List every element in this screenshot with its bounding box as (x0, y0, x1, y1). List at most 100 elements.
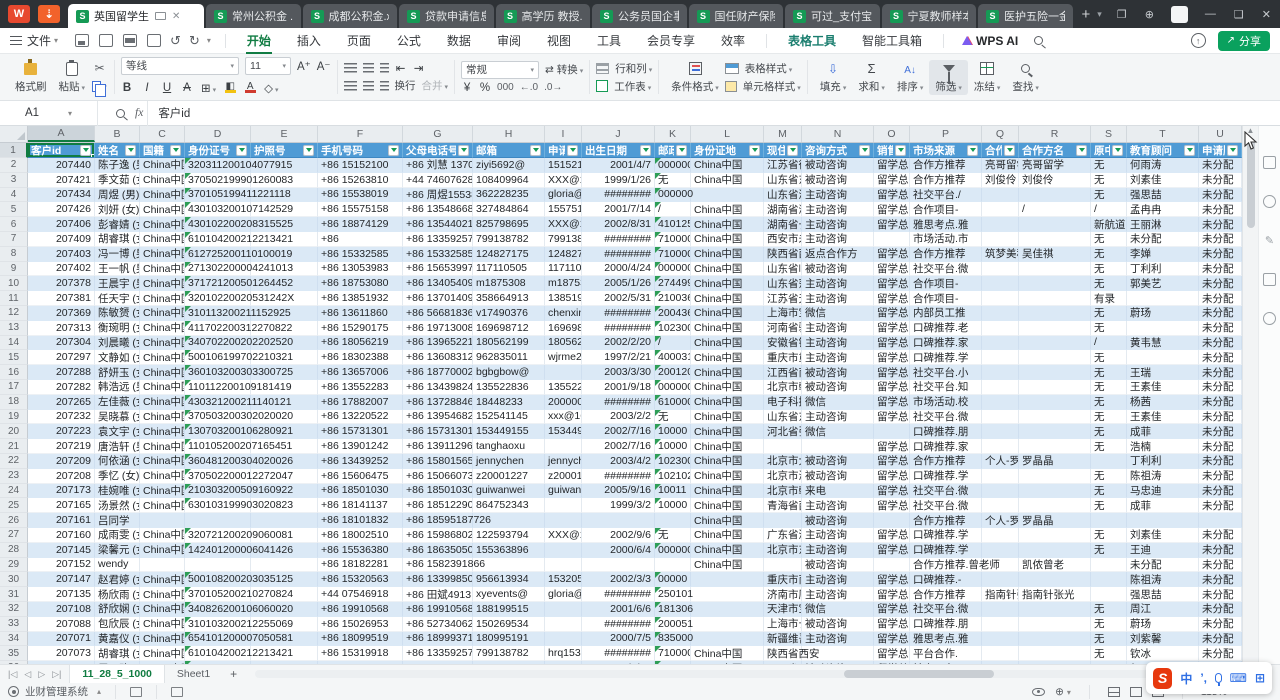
cell[interactable]: 370503200302020020 (185, 410, 251, 425)
cell[interactable]: 864752343 (473, 498, 545, 513)
column-header-R[interactable]: R (1019, 126, 1091, 142)
cell[interactable]: 未分配 (1199, 350, 1242, 365)
cell[interactable]: China中国 (691, 646, 764, 661)
cell[interactable]: 1997/2/21 (582, 350, 655, 365)
cell[interactable]: 被动咨询 (802, 262, 874, 277)
filter-dropdown-icon[interactable] (1076, 145, 1087, 156)
cell[interactable]: 被动咨询 (802, 365, 874, 380)
column-header-I[interactable]: I (545, 126, 582, 142)
cell[interactable]: +86 18595187726 (403, 513, 473, 528)
print-icon[interactable] (123, 34, 137, 47)
cell[interactable]: China中国 (140, 188, 185, 203)
cell[interactable]: +86 15290175 (318, 321, 403, 336)
cell[interactable]: +86 17882007 (318, 395, 403, 410)
cell[interactable]: 未分配 (1199, 202, 1242, 217)
cell[interactable] (1091, 572, 1127, 587)
cell[interactable] (982, 498, 1019, 513)
cell[interactable]: 胡睿琪 (女 (95, 232, 140, 247)
cell[interactable]: China中国 (140, 632, 185, 647)
cell[interactable]: 留学总经办 (874, 602, 910, 617)
filter-dropdown-icon[interactable] (1004, 145, 1015, 156)
wps-logo-icon[interactable]: W (8, 5, 30, 23)
cell[interactable] (545, 365, 582, 380)
cell[interactable] (185, 558, 251, 573)
cell[interactable]: China中国 (691, 410, 764, 425)
cell[interactable]: +86 1335925706 (403, 646, 473, 661)
cell[interactable]: 000000 (655, 543, 691, 558)
cell[interactable] (1019, 484, 1091, 499)
smart-lookup-icon[interactable] (116, 109, 125, 118)
row-number[interactable]: 34 (0, 632, 28, 647)
cell[interactable] (1019, 350, 1091, 365)
cell[interactable]: 留学总经办 (874, 217, 910, 232)
cell[interactable]: 2001/7/14 (582, 202, 655, 217)
cell[interactable] (1019, 321, 1091, 336)
cell[interactable]: v17490376 (473, 306, 545, 321)
italic-button[interactable]: I (141, 82, 153, 94)
cell[interactable] (1019, 439, 1091, 454)
cell[interactable] (251, 558, 318, 573)
add-sheet-button[interactable]: + (222, 667, 245, 681)
header-cell[interactable]: 身份证地 (691, 143, 764, 158)
cell[interactable]: China中国 (140, 262, 185, 277)
cell[interactable]: 未分配 (1199, 646, 1242, 661)
header-cell[interactable]: 出生日期 (582, 143, 655, 158)
cell[interactable]: / (1091, 336, 1127, 351)
cell[interactable]: +86 1851229020 (403, 498, 473, 513)
cell[interactable]: 北京市海淀 (764, 469, 802, 484)
cell[interactable]: 留学总经办 (874, 587, 910, 602)
cell[interactable]: 410125 (655, 217, 691, 232)
cell[interactable]: 李婵 (1127, 247, 1199, 262)
cell[interactable]: 留学总经办 (874, 188, 910, 203)
cell[interactable]: 135522836 (545, 380, 582, 395)
header-cell[interactable]: 身份证号 (185, 143, 251, 158)
cell[interactable]: China中国 (140, 350, 185, 365)
row-number[interactable]: 26 (0, 513, 28, 528)
cell[interactable]: 留学总经办 (874, 321, 910, 336)
next-sheet-icon[interactable]: ▷ (38, 669, 45, 680)
cell[interactable]: xyevents@ (473, 587, 545, 602)
column-header-Q[interactable]: Q (982, 126, 1019, 142)
cell[interactable]: gloria@uk (545, 188, 582, 203)
cell[interactable]: +86 13901242 (318, 439, 403, 454)
cell[interactable]: 湖南省长沙 (764, 217, 802, 232)
cell[interactable]: 未分配 (1199, 262, 1242, 277)
row-number[interactable]: 9 (0, 262, 28, 277)
cell[interactable]: 社交平台.微 (910, 484, 982, 499)
row-number[interactable]: 33 (0, 617, 28, 632)
cell[interactable]: 陕西省西安 (764, 247, 802, 262)
cell[interactable]: 留学总经办 (874, 262, 910, 277)
cell[interactable]: 710000 (655, 247, 691, 262)
cell[interactable]: 杨茜 (1127, 395, 1199, 410)
cell[interactable]: 207145 (28, 543, 95, 558)
cell[interactable]: 口碑推荐.学 (910, 469, 982, 484)
bold-button[interactable]: B (121, 82, 133, 94)
cell[interactable]: China中国 (691, 247, 764, 262)
cell[interactable]: 被动咨询 (802, 558, 874, 573)
cell[interactable]: 丁利利 (1127, 262, 1199, 277)
cell[interactable]: 400031 (655, 350, 691, 365)
cell[interactable]: 411702200312270822 (185, 321, 251, 336)
hscroll-thumb[interactable] (844, 670, 994, 678)
cell[interactable]: 135522836 (473, 380, 545, 395)
cell[interactable]: 季文茹 (女 (95, 173, 140, 188)
copy-button[interactable]: ▾ (91, 79, 108, 95)
cell[interactable]: +86 1372884680 (403, 395, 473, 410)
cell[interactable]: 169698712 (545, 321, 582, 336)
cell[interactable]: XXX@163.c (545, 528, 582, 543)
redo-icon[interactable]: ↻ (189, 33, 200, 49)
cell[interactable]: 未分配 (1199, 336, 1242, 351)
cell[interactable]: 未分配 (1199, 469, 1242, 484)
cell[interactable]: 2000/6/4 (582, 543, 655, 558)
cell[interactable]: +86 (318, 232, 403, 247)
cell[interactable] (874, 424, 910, 439)
cell[interactable]: 181306 (655, 602, 691, 617)
header-cell[interactable]: 国籍 (140, 143, 185, 158)
sogou-logo-icon[interactable]: S (1153, 668, 1172, 689)
cell[interactable] (1091, 587, 1127, 602)
cell[interactable] (1019, 528, 1091, 543)
filter-dropdown-icon[interactable] (303, 145, 314, 156)
cell[interactable]: jennychen (545, 454, 582, 469)
cell[interactable]: 留学总经办 (874, 632, 910, 647)
rows-columns-button[interactable]: 行和列▾ (596, 61, 652, 76)
